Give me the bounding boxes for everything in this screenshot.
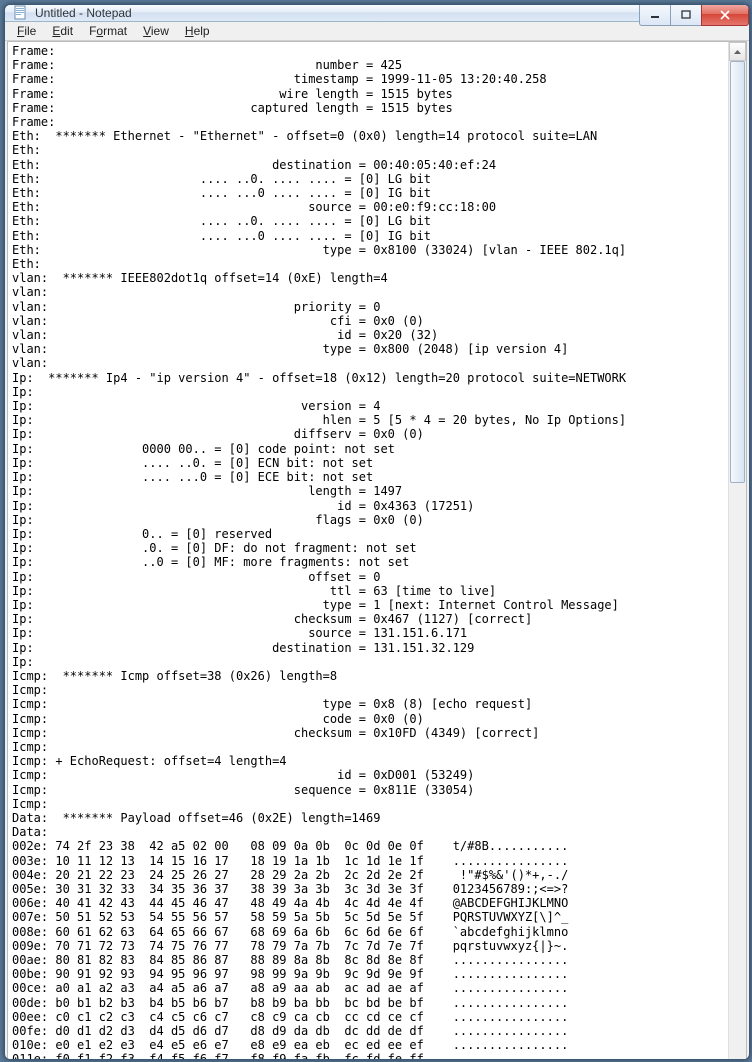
window-controls [640, 5, 749, 26]
menubar: File Edit Format View Help [5, 22, 749, 41]
menu-edit[interactable]: Edit [44, 22, 81, 40]
vertical-scrollbar[interactable] [728, 42, 746, 1060]
menu-view[interactable]: View [135, 22, 177, 40]
maximize-icon [681, 10, 691, 20]
menu-help[interactable]: Help [177, 22, 218, 40]
scroll-up-button[interactable] [729, 42, 746, 61]
close-icon [719, 10, 731, 20]
titlebar[interactable]: Untitled - Notepad [5, 5, 749, 22]
scroll-up-icon [734, 50, 741, 54]
close-button[interactable] [701, 5, 749, 26]
minimize-icon [650, 10, 660, 20]
text-area[interactable]: Frame: Frame: number = 425 Frame: timest… [8, 42, 728, 1060]
window-title: Untitled - Notepad [35, 6, 132, 20]
menu-format[interactable]: Format [81, 22, 135, 40]
minimize-button[interactable] [639, 5, 671, 26]
client-area: Frame: Frame: number = 425 Frame: timest… [7, 41, 747, 1060]
scroll-track[interactable] [729, 61, 746, 1060]
notepad-icon [13, 5, 29, 21]
menu-file[interactable]: File [9, 22, 44, 40]
maximize-button[interactable] [670, 5, 702, 26]
scroll-thumb[interactable] [730, 61, 745, 483]
notepad-window: Untitled - Notepad File Edit Format View… [4, 4, 750, 1060]
